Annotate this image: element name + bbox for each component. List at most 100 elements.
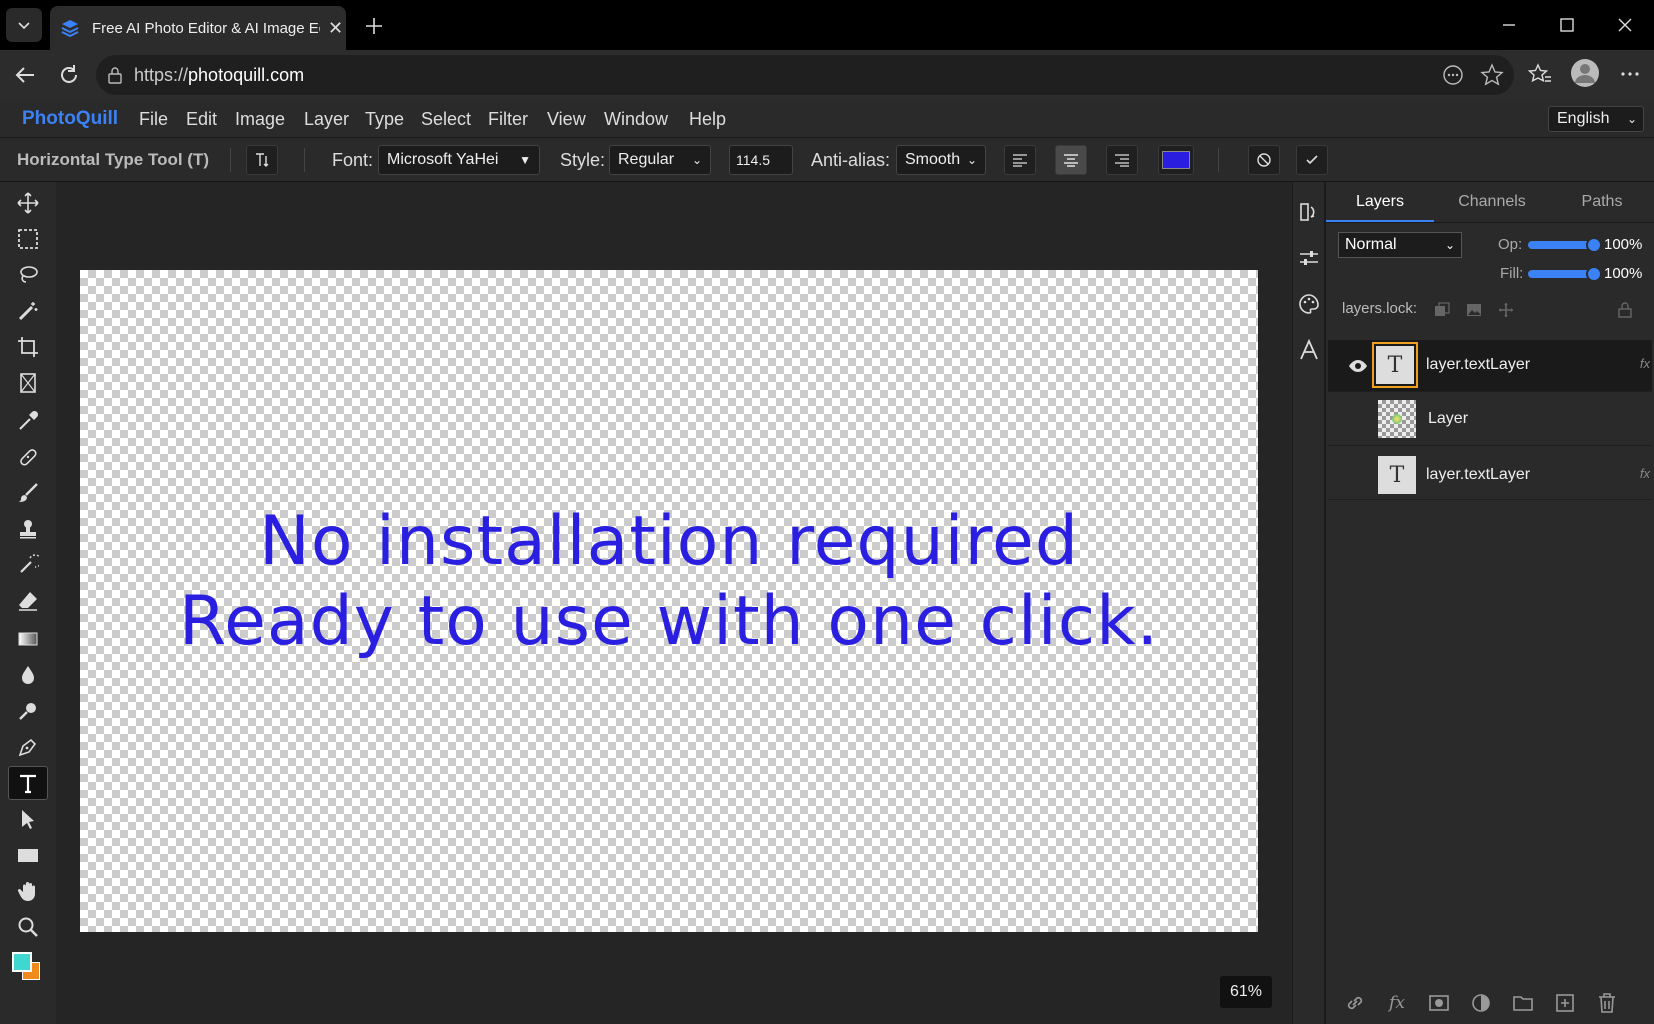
favorites-button[interactable]: [1528, 62, 1552, 86]
language-select[interactable]: English ⌄: [1548, 106, 1644, 132]
layer-name[interactable]: layer.textLayer: [1426, 466, 1530, 484]
new-tab-button[interactable]: [360, 12, 388, 40]
browser-tab[interactable]: Free AI Photo Editor & AI Image Ed ✕: [50, 6, 346, 50]
lasso-tool[interactable]: [8, 258, 48, 292]
adjustments-panel-button[interactable]: [1297, 246, 1321, 270]
text-color-button[interactable]: [1158, 145, 1194, 175]
opacity-slider[interactable]: [1528, 241, 1594, 249]
blend-mode-select[interactable]: Normal ⌄: [1338, 232, 1462, 258]
opacity-slider-handle[interactable]: [1586, 237, 1602, 253]
eyedropper-tool[interactable]: [8, 404, 48, 438]
app-brand[interactable]: PhotoQuill: [22, 108, 118, 130]
url-bar[interactable]: https://photoquill.com: [96, 55, 1514, 95]
layer-row[interactable]: T layer.textLayer fx: [1328, 340, 1652, 392]
color-panel-button[interactable]: [1297, 292, 1321, 316]
canvas-text-line-2[interactable]: Ready to use with one click.: [80, 582, 1258, 661]
lock-image-pixels-icon[interactable]: [1466, 302, 1482, 318]
maximize-button[interactable]: [1552, 10, 1582, 40]
tab-paths[interactable]: Paths: [1550, 182, 1654, 222]
align-left-button[interactable]: [1004, 145, 1036, 175]
move-tool[interactable]: [8, 186, 48, 220]
marquee-tool[interactable]: [8, 222, 48, 256]
rectangle-tool[interactable]: [8, 838, 48, 872]
font-style-select[interactable]: Regular ⌄: [609, 145, 711, 175]
font-size-input[interactable]: 114.5: [729, 145, 793, 175]
foreground-color-swatch[interactable]: [12, 952, 32, 972]
lock-transparent-pixels-icon[interactable]: [1434, 302, 1450, 318]
align-right-button[interactable]: [1106, 145, 1138, 175]
hand-tool[interactable]: [8, 874, 48, 908]
cancel-edit-button[interactable]: [1248, 145, 1280, 175]
commit-edit-button[interactable]: [1296, 145, 1328, 175]
menu-type[interactable]: Type: [365, 109, 404, 130]
frame-tool[interactable]: [8, 366, 48, 400]
menu-layer[interactable]: Layer: [304, 109, 349, 130]
crop-tool[interactable]: [8, 330, 48, 364]
layer-effects-indicator[interactable]: fx: [1640, 466, 1650, 481]
fx-icon[interactable]: fx: [1384, 990, 1410, 1016]
menu-image[interactable]: Image: [235, 109, 285, 130]
layer-row[interactable]: Layer: [1328, 392, 1652, 446]
menu-view[interactable]: View: [547, 109, 586, 130]
pen-tool[interactable]: [8, 730, 48, 764]
lock-position-icon[interactable]: [1498, 302, 1514, 318]
delete-layer-button[interactable]: [1594, 990, 1620, 1016]
dodge-tool[interactable]: [8, 694, 48, 728]
layer-row[interactable]: T layer.textLayer fx: [1328, 448, 1652, 500]
brush-tool[interactable]: [8, 476, 48, 510]
layer-name[interactable]: Layer: [1428, 410, 1468, 428]
adjustment-layer-button[interactable]: [1468, 990, 1494, 1016]
tab-list-button[interactable]: [6, 8, 42, 42]
history-panel-button[interactable]: [1297, 200, 1321, 224]
lock-all-icon[interactable]: [1618, 302, 1632, 318]
reader-options-icon[interactable]: [1442, 64, 1464, 86]
magic-wand-tool[interactable]: [8, 294, 48, 328]
layer-effects-indicator[interactable]: fx: [1640, 356, 1650, 371]
menu-filter[interactable]: Filter: [488, 109, 528, 130]
new-layer-button[interactable]: [1552, 990, 1578, 1016]
eye-icon[interactable]: [1348, 356, 1368, 376]
tab-channels[interactable]: Channels: [1434, 182, 1550, 222]
clone-stamp-tool[interactable]: [8, 512, 48, 546]
zoom-tool[interactable]: [8, 910, 48, 944]
menu-select[interactable]: Select: [421, 109, 471, 130]
color-swatches[interactable]: [8, 950, 48, 984]
font-size-value: 114.5: [736, 152, 770, 168]
gradient-tool[interactable]: [8, 622, 48, 656]
layer-name[interactable]: layer.textLayer: [1426, 356, 1530, 374]
path-selection-tool[interactable]: [8, 802, 48, 836]
link-layers-button[interactable]: [1342, 990, 1368, 1016]
history-brush-tool[interactable]: [8, 548, 48, 582]
healing-brush-tool[interactable]: [8, 440, 48, 474]
profile-button[interactable]: [1570, 58, 1600, 88]
menu-help[interactable]: Help: [689, 109, 726, 130]
eraser-tool[interactable]: [8, 584, 48, 618]
layer-thumbnail: [1378, 400, 1416, 438]
browser-menu-button[interactable]: [1618, 62, 1642, 86]
menu-window[interactable]: Window: [604, 109, 668, 130]
close-window-button[interactable]: [1610, 10, 1640, 40]
back-button[interactable]: [12, 62, 38, 88]
canvas-text-line-1[interactable]: No installation required: [80, 502, 1258, 581]
antialias-select[interactable]: Smooth ⌄: [896, 145, 986, 175]
minimize-button[interactable]: [1494, 10, 1524, 40]
add-mask-button[interactable]: [1426, 990, 1452, 1016]
fill-slider-handle[interactable]: [1586, 266, 1602, 282]
reload-button[interactable]: [56, 62, 82, 88]
star-icon[interactable]: [1480, 63, 1504, 87]
language-value: English: [1557, 110, 1610, 127]
fill-slider[interactable]: [1528, 270, 1594, 278]
menu-edit[interactable]: Edit: [186, 109, 217, 130]
toggle-text-orientation-button[interactable]: [246, 145, 278, 175]
align-center-button[interactable]: [1055, 145, 1087, 175]
document-canvas[interactable]: No installation required Ready to use wi…: [80, 270, 1258, 932]
blur-tool[interactable]: [8, 658, 48, 692]
close-tab-icon[interactable]: ✕: [328, 18, 343, 39]
new-group-button[interactable]: [1510, 990, 1536, 1016]
font-family-select[interactable]: Microsoft YaHei ▼: [378, 145, 540, 175]
menu-file[interactable]: File: [139, 109, 168, 130]
history-icon: [1300, 203, 1315, 221]
tab-layers[interactable]: Layers: [1326, 182, 1434, 222]
type-tool[interactable]: [8, 766, 48, 800]
character-panel-button[interactable]: [1297, 338, 1321, 362]
